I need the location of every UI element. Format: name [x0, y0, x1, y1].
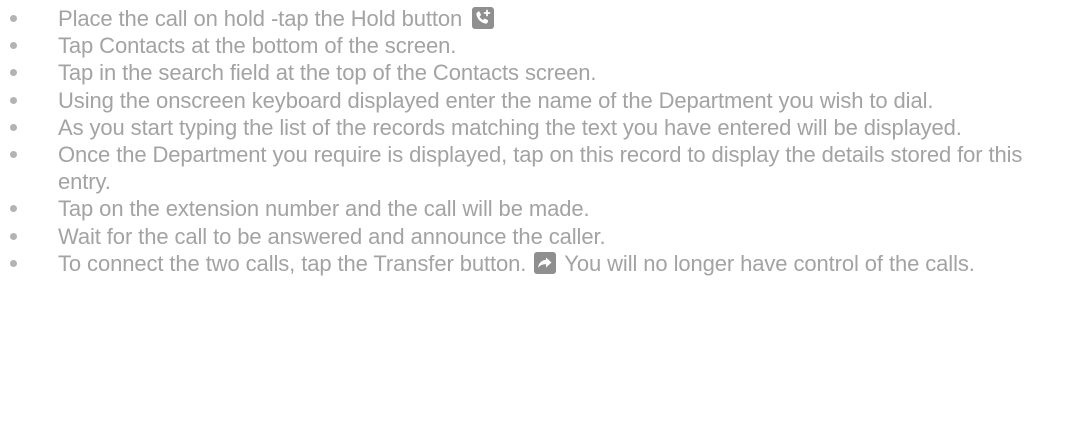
bullet-icon — [10, 259, 17, 267]
step-text: Place the call on hold -tap the Hold but… — [58, 6, 463, 31]
bullet-icon — [10, 205, 17, 213]
list-item: Tap on the extension number and the call… — [0, 195, 1069, 222]
bullet-icon — [10, 151, 17, 159]
step-text: Tap on the extension number and the call… — [58, 196, 590, 222]
bullet-icon — [10, 15, 17, 22]
step-text: As you start typing the list of the reco… — [58, 114, 962, 140]
step-text: Tap in the search field at the top of th… — [58, 60, 597, 86]
list-item: Place the call on hold -tap the Hold but… — [0, 5, 1069, 32]
list-item: Using the onscreen keyboard displayed en… — [0, 87, 1069, 114]
forward-arrow-icon — [534, 252, 557, 275]
bullet-icon — [10, 42, 17, 50]
step-text: To connect the two calls, tap the Transf… — [58, 250, 527, 276]
bullet-icon — [10, 96, 17, 104]
list-item: Once the Department you require is displ… — [0, 141, 1069, 195]
step-text: Once the Department you require is displ… — [58, 142, 1023, 195]
bullet-icon — [10, 123, 17, 131]
step-text: Using the onscreen keyboard displayed en… — [58, 87, 934, 113]
list-item: Tap in the search field at the top of th… — [0, 59, 1069, 86]
instruction-list: Place the call on hold -tap the Hold but… — [0, 5, 1069, 277]
step-text: Tap Contacts at the bottom of the screen… — [58, 33, 457, 59]
step-text: Wait for the call to be answered and ann… — [58, 223, 606, 249]
list-item: Wait for the call to be answered and ann… — [0, 223, 1069, 250]
bullet-icon — [10, 69, 17, 77]
list-item: As you start typing the list of the reco… — [0, 114, 1069, 141]
bullet-icon — [10, 232, 17, 240]
phone-plus-icon — [472, 7, 495, 30]
step-text: You will no longer have control of the c… — [564, 250, 975, 276]
list-item: To connect the two calls, tap the Transf… — [0, 250, 1069, 277]
list-item: Tap Contacts at the bottom of the screen… — [0, 32, 1069, 59]
